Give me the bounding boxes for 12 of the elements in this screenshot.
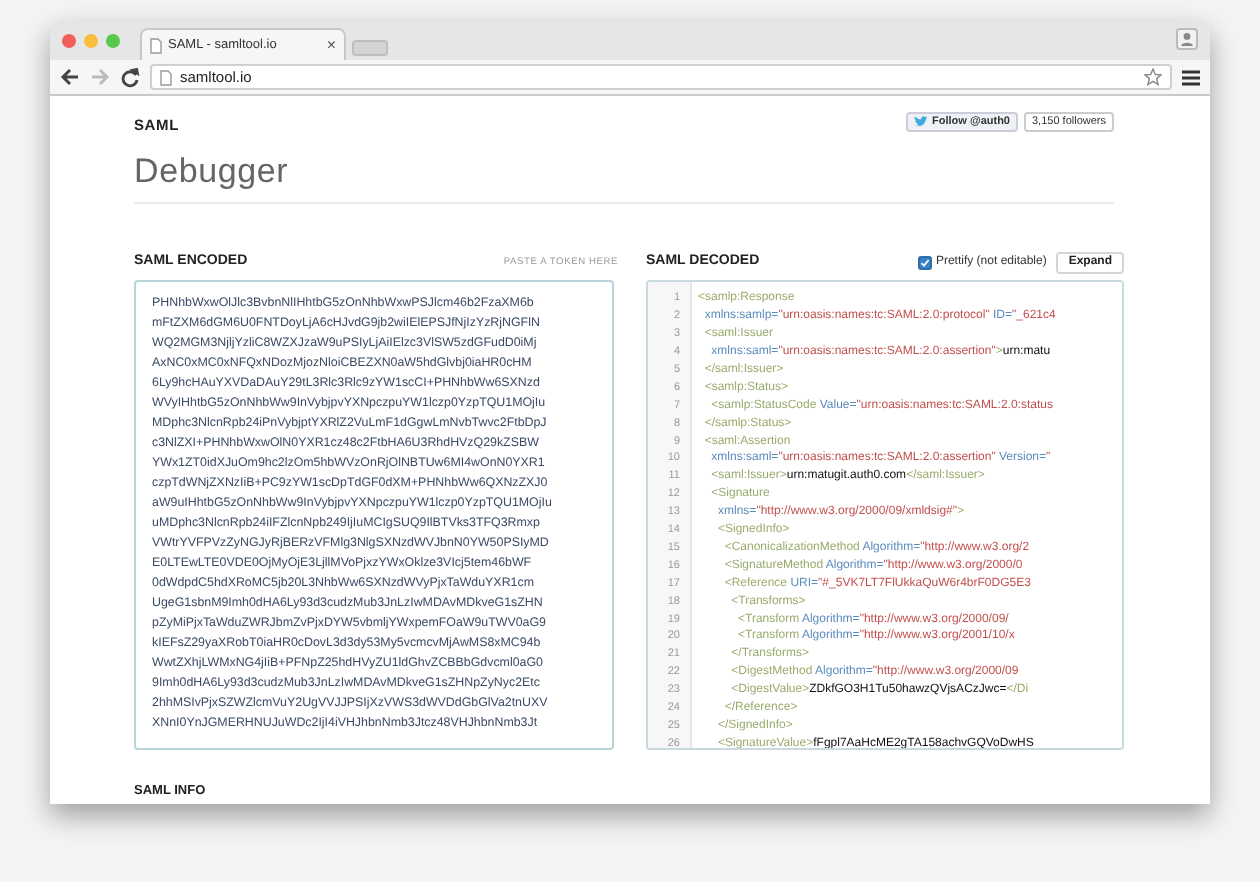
token-input[interactable] [134, 280, 614, 751]
bird-icon [914, 116, 929, 128]
prettify-checkbox[interactable] [917, 255, 932, 270]
back-icon[interactable] [60, 68, 80, 86]
page-title: Debugger [134, 154, 291, 189]
menu-icon[interactable] [1182, 69, 1200, 85]
user-icon[interactable] [1176, 28, 1198, 50]
reload-icon[interactable] [120, 67, 140, 87]
close-tab-button[interactable]: × [326, 37, 336, 53]
forward-icon[interactable] [90, 68, 110, 86]
close-window-icon[interactable] [62, 33, 76, 47]
star-icon[interactable] [1144, 68, 1162, 86]
